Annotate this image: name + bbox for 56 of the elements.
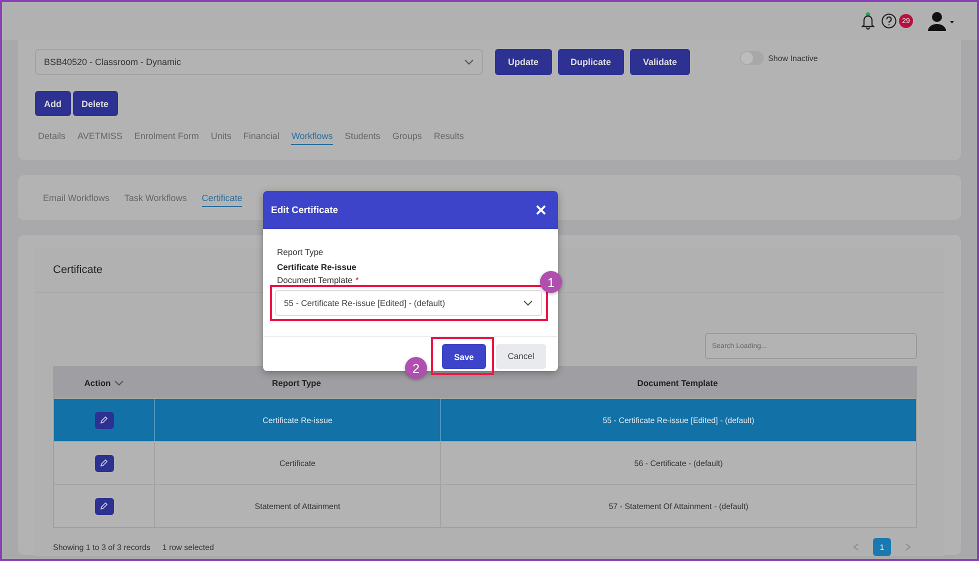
column-header[interactable]: Action xyxy=(84,378,111,388)
required-mark: * xyxy=(355,275,359,285)
sub-tab[interactable]: Email Workflows xyxy=(43,192,110,206)
tab[interactable]: Students xyxy=(344,131,380,145)
tab[interactable]: Workflows xyxy=(291,131,333,145)
pencil-icon xyxy=(100,459,108,467)
pencil-icon xyxy=(100,502,108,510)
close-icon[interactable] xyxy=(536,205,546,215)
toolbar-button[interactable]: Validate xyxy=(630,49,690,75)
toolbar-button[interactable]: Duplicate xyxy=(558,49,624,75)
bell-icon[interactable] xyxy=(861,12,875,30)
edit-button[interactable] xyxy=(94,498,114,514)
help-icon[interactable] xyxy=(881,13,897,29)
tab[interactable]: Details xyxy=(38,131,66,145)
table-row[interactable]: Certificate Re-issue 55 - Certificate Re-issue [Edited] - (default) xyxy=(54,398,916,441)
table-cell: Statement of Attainment xyxy=(155,485,441,527)
pencil-icon xyxy=(100,416,108,424)
toggle-label: Show Inactive xyxy=(768,54,818,62)
user-icon[interactable] xyxy=(927,11,955,31)
tab[interactable]: Units xyxy=(210,131,232,145)
dialog-title: Edit Certificate xyxy=(271,204,338,216)
column-header: Document Template xyxy=(637,378,718,388)
action-button[interactable]: Add xyxy=(35,91,70,116)
table-cell-text: 55 - Certificate Re-issue [Edited] - (default) xyxy=(602,414,756,427)
tab[interactable]: Enrolment Form xyxy=(134,131,199,145)
page-button[interactable]: 1 xyxy=(873,538,891,556)
cancel-button[interactable]: Cancel xyxy=(496,344,546,368)
callout-badge: 2 xyxy=(405,357,427,379)
callout-badge: 1 xyxy=(540,271,562,293)
column-header: Report Type xyxy=(272,378,321,388)
chevron-down-icon xyxy=(523,300,533,306)
toolbar-button[interactable]: Update xyxy=(495,49,552,75)
field-label: Report Type xyxy=(277,247,324,257)
table-cell-text: 57 - Statement Of Attainment - (default) xyxy=(608,500,750,513)
chevron-down-icon xyxy=(464,59,474,65)
save-button[interactable]: Save xyxy=(442,344,486,369)
sub-tab[interactable]: Certificate xyxy=(202,192,242,206)
table-row[interactable]: Statement of Attainment 57 - Statement Of Attainment - (default) xyxy=(54,484,916,527)
tab[interactable]: Results xyxy=(434,131,464,145)
sub-tab[interactable]: Task Workflows xyxy=(124,192,187,206)
tab[interactable]: AVETMISS xyxy=(78,131,122,145)
edit-button[interactable] xyxy=(94,454,114,472)
table-cell-text: 56 - Certificate - (default) xyxy=(633,458,724,470)
panel-title: Certificate xyxy=(53,264,103,276)
course-select[interactable]: BSB40520 - Classroom - Dynamic xyxy=(35,49,483,75)
table-row[interactable]: Certificate 56 - Certificate - (default) xyxy=(54,441,916,484)
field-value: Certificate Re-issue xyxy=(277,262,358,272)
template-select[interactable]: 55 - Certificate Re-issue [Edited] - (default) xyxy=(275,290,542,316)
records-count: Showing 1 to 3 of 3 records xyxy=(53,542,150,552)
action-button[interactable]: Delete xyxy=(72,91,118,116)
field-label: Document Template xyxy=(277,275,352,285)
selection-count: 1 row selected xyxy=(162,542,214,552)
sort-icon xyxy=(114,380,124,386)
edit-button[interactable] xyxy=(94,412,114,428)
tab[interactable]: Financial xyxy=(243,131,280,145)
tab[interactable]: Groups xyxy=(392,131,422,145)
